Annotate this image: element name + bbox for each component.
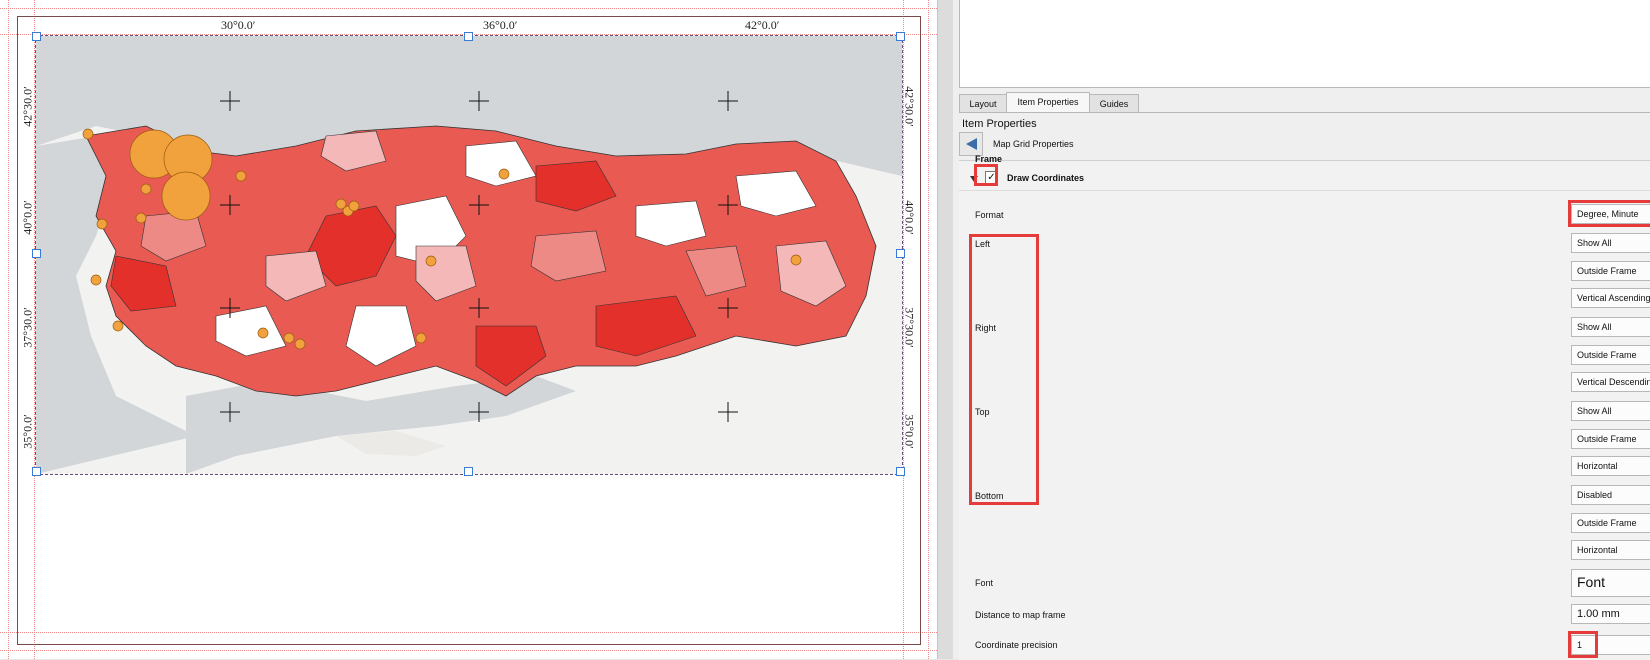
font-label: Font [975,578,994,588]
right-coordinate: 40°0.0′ [902,200,917,235]
top-show-combo[interactable]: Show All [1571,401,1650,421]
top-direction-combo[interactable]: Horizontal [1571,456,1650,476]
precision-label: Coordinate precision [975,640,1058,650]
bottom-direction-combo[interactable]: Horizontal [1571,540,1650,560]
panel-splitter[interactable] [937,0,954,659]
format-label: Format [975,210,1004,220]
right-coordinate: 35°0.0′ [902,414,917,449]
resize-handle[interactable] [32,249,41,258]
tab-divider [959,112,1650,113]
guide-line [928,0,929,659]
top-position-combo[interactable]: Outside Frame [1571,429,1650,449]
grid-properties-content: Frame ✓ Draw Coordinates Format Degree, … [959,154,1650,660]
top-coordinate: 30°0.0′ [221,18,256,32]
bottom-position-combo[interactable]: Outside Frame [1571,513,1650,533]
draw-coordinates-label: Draw Coordinates [1007,173,1085,183]
left-direction-combo[interactable]: Vertical Ascending [1571,288,1650,308]
tab-guides[interactable]: Guides [1089,94,1139,113]
left-coordinate: 40°0.0′ [20,200,35,235]
map-item[interactable] [35,35,903,475]
top-coordinate: 42°0.0′ [745,18,780,32]
resize-handle[interactable] [464,32,473,41]
resize-handle[interactable] [896,249,905,258]
resize-handle[interactable] [464,467,473,476]
panel-title: Item Properties [962,118,1037,130]
divider [959,190,1650,191]
guide-line [0,650,937,651]
highlight-box [974,164,998,186]
layout-page[interactable]: 30°0.0′ 36°0.0′ 42°0.0′ 42°30.0′ 40°0.0′… [0,0,937,659]
resize-handle[interactable] [32,32,41,41]
left-coordinate: 35°0.0′ [20,414,35,449]
right-show-combo[interactable]: Show All [1571,317,1650,337]
left-coordinate: 42°30.0′ [20,86,35,127]
items-list[interactable] [959,0,1650,88]
frame-section-header[interactable]: Frame [975,154,1002,164]
layout-canvas[interactable]: 30°0.0′ 36°0.0′ 42°0.0′ 42°30.0′ 40°0.0′… [0,0,937,659]
font-button[interactable]: Font [1571,569,1650,597]
right-coordinate: 37°30.0′ [902,307,917,348]
left-position-combo[interactable]: Outside Frame [1571,261,1650,281]
choropleth-map [36,36,902,474]
highlight-box [1568,200,1650,227]
distance-spinbox[interactable]: 1.00 mm [1571,604,1650,624]
right-position-combo[interactable]: Outside Frame [1571,345,1650,365]
properties-panel: Layout Item Properties Guides Item Prope… [953,0,1650,660]
tab-layout[interactable]: Layout [959,94,1007,113]
back-arrow-icon [966,138,977,150]
panel-subtitle: Map Grid Properties [993,139,1074,149]
top-coordinate: 36°0.0′ [483,18,518,32]
distance-label: Distance to map frame [975,610,1066,620]
back-button[interactable] [959,132,983,156]
guide-line [8,0,9,659]
bottom-show-combo[interactable]: Disabled [1571,485,1650,505]
highlight-box [1568,631,1598,658]
resize-handle[interactable] [896,32,905,41]
left-coordinate: 37°30.0′ [20,307,35,348]
highlight-box [969,234,1039,505]
guide-line [0,8,937,9]
resize-handle[interactable] [896,467,905,476]
left-show-combo[interactable]: Show All [1571,233,1650,253]
tab-item-properties[interactable]: Item Properties [1006,92,1090,113]
resize-handle[interactable] [32,467,41,476]
right-direction-combo[interactable]: Vertical Descending [1571,372,1650,392]
right-coordinate: 42°30.0′ [902,86,917,127]
